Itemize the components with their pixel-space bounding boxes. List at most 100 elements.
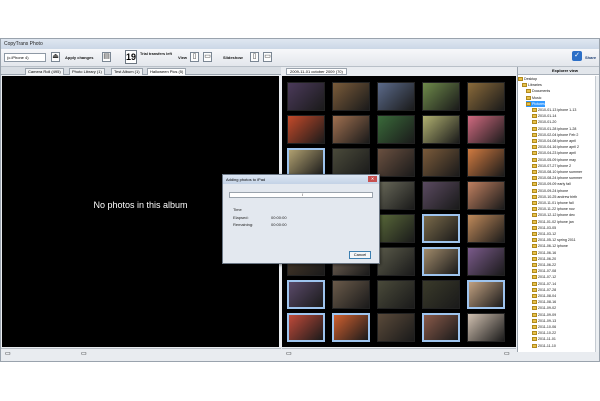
tree-node[interactable]: 2010-01-13 iphone 1-13 <box>532 107 576 113</box>
tree-node[interactable]: 2011-06-12 iphone <box>532 243 568 249</box>
photo-thumbnail[interactable] <box>377 313 415 342</box>
photo-thumbnail[interactable] <box>377 115 415 144</box>
view-ipad-icon[interactable]: ▭ <box>203 52 212 62</box>
tree-node[interactable]: 2011-09-09 <box>532 312 556 318</box>
tree-node[interactable]: 2010-08-24 iphone summer <box>532 175 582 181</box>
tree-node[interactable]: 2010-11-01 iphone fall <box>532 200 574 206</box>
photo-thumbnail[interactable] <box>467 115 505 144</box>
tree-node[interactable]: 2011-06-22 <box>532 262 556 268</box>
photo-thumbnail[interactable] <box>422 181 460 210</box>
tree-node[interactable]: 2010-01-28 iphone 1-28 <box>532 126 576 132</box>
tree-node[interactable]: 2010-04-16 iphone april 2 <box>532 144 579 150</box>
close-icon[interactable]: ✕ <box>368 176 377 182</box>
tree-node[interactable]: 2010-08-10 iphone summer <box>532 169 582 175</box>
tree-node[interactable]: Documents <box>526 88 550 94</box>
tree-node[interactable]: 2011-11-01 <box>532 336 556 342</box>
tree-node[interactable]: 2011-11-10 <box>532 343 556 349</box>
tree-node[interactable]: Pictures <box>526 100 545 107</box>
tree-node[interactable]: 2010-10-25 andrew birth <box>532 194 577 200</box>
photo-thumbnail[interactable] <box>422 214 460 243</box>
tab-photo-library[interactable]: Photo Library (1) <box>69 68 105 75</box>
photo-thumbnail[interactable] <box>467 181 505 210</box>
tree-node[interactable]: 2010-05-09 iphone may <box>532 157 576 163</box>
photo-thumbnail[interactable] <box>377 82 415 111</box>
photo-thumbnail[interactable] <box>332 115 370 144</box>
photo-thumbnail[interactable] <box>467 148 505 177</box>
device-selector[interactable]: (c.iPhone 4) <box>4 53 46 62</box>
tab-pc-album[interactable]: 2009-11-01 october 2009 (70) <box>286 68 347 75</box>
tree-node[interactable]: 2010-04-08 iphone april <box>532 138 576 144</box>
cancel-button[interactable]: Cancel <box>349 251 371 259</box>
photo-thumbnail[interactable] <box>422 82 460 111</box>
explorer-scrollbar[interactable] <box>595 76 599 352</box>
tree-node[interactable]: 2010-11-22 iphone nov <box>532 206 575 212</box>
apply-icon[interactable]: ▤ <box>102 52 111 62</box>
tree-node[interactable]: 2011-07-12 <box>532 274 556 280</box>
tree-node[interactable]: 2011-06-20 <box>532 256 556 262</box>
tab-camera-roll[interactable]: Camera Roll (495) <box>25 68 64 75</box>
apply-changes-button[interactable]: Apply changes <box>65 55 93 60</box>
tree-node[interactable]: 2011-06-16 <box>532 250 556 256</box>
photo-thumbnail[interactable] <box>377 280 415 309</box>
tree-node[interactable]: 2011-07-14 <box>532 281 556 287</box>
tree-node[interactable]: 2010-01-20 <box>532 119 556 125</box>
new-album-icon[interactable]: ▭ <box>81 350 87 357</box>
photo-thumbnail[interactable] <box>422 115 460 144</box>
photo-thumbnail[interactable] <box>422 148 460 177</box>
tree-node[interactable]: 2011-07-28 <box>532 287 556 293</box>
eject-icon[interactable]: ⏏ <box>51 52 60 62</box>
tab-halloween-pics[interactable]: Halloween Pics (5) <box>147 68 187 75</box>
photo-thumbnail[interactable] <box>467 247 505 276</box>
photo-thumbnail[interactable] <box>332 280 370 309</box>
folder-icon[interactable]: ▭ <box>5 350 11 357</box>
tree-node[interactable]: 2010-04-23 iphone april <box>532 150 576 156</box>
tab-test-album[interactable]: Test Album (1) <box>111 68 143 75</box>
tree-node[interactable]: 2011-01-02 iphone jan <box>532 219 574 225</box>
tree-node[interactable]: 2011-09-13 <box>532 318 556 324</box>
tree-node[interactable]: 2010-07-27 iphone 2 <box>532 163 571 169</box>
photo-thumbnail[interactable] <box>287 82 325 111</box>
photo-thumbnail[interactable] <box>422 280 460 309</box>
photo-thumbnail[interactable] <box>287 148 325 177</box>
photo-thumbnail[interactable] <box>332 82 370 111</box>
photo-thumbnail[interactable] <box>467 214 505 243</box>
share-icon[interactable]: ✓ <box>572 51 582 61</box>
tree-node[interactable]: 2011-10-22 <box>532 330 556 336</box>
share-label[interactable]: Share <box>585 55 596 60</box>
tree-node[interactable]: 2011-10-06 <box>532 324 556 330</box>
photo-thumbnail[interactable] <box>467 313 505 342</box>
new-folder-icon[interactable]: ▭ <box>504 350 510 357</box>
photo-thumbnail[interactable] <box>377 181 415 210</box>
view-iphone-icon[interactable]: ▯ <box>190 52 199 62</box>
photo-thumbnail[interactable] <box>287 115 325 144</box>
tree-node[interactable]: Music <box>526 95 541 101</box>
tree-node[interactable]: 2011-08-04 <box>532 293 556 299</box>
photo-thumbnail[interactable] <box>332 313 370 342</box>
photo-thumbnail[interactable] <box>287 280 325 309</box>
photo-thumbnail[interactable] <box>377 247 415 276</box>
tree-node[interactable]: Libraries <box>522 82 542 88</box>
tree-node[interactable]: 2010-02-04 iphone Feb 2 <box>532 132 578 138</box>
slideshow-ipad-icon[interactable]: ▭ <box>263 52 272 62</box>
photo-thumbnail[interactable] <box>287 313 325 342</box>
tree-node[interactable]: 2010-12-12 iphone dec <box>532 212 575 218</box>
tree-node[interactable]: 2011-08-16 <box>532 299 556 305</box>
photo-thumbnail[interactable] <box>422 247 460 276</box>
tree-node[interactable]: 2011-03-12 <box>532 231 556 237</box>
photo-thumbnail[interactable] <box>467 82 505 111</box>
photo-thumbnail[interactable] <box>377 214 415 243</box>
tree-node[interactable]: 2010-09-24 iphone <box>532 188 568 194</box>
tree-node[interactable]: 2011-03-05 <box>532 225 556 231</box>
photo-thumbnail[interactable] <box>422 313 460 342</box>
photo-thumbnail[interactable] <box>467 280 505 309</box>
photo-thumbnail[interactable] <box>377 148 415 177</box>
tree-node[interactable]: 2011-05-12 spring 2011 <box>532 237 576 243</box>
photo-thumbnail[interactable] <box>332 148 370 177</box>
folder-icon[interactable]: ▭ <box>286 350 292 357</box>
tree-node[interactable]: 2011-07-08 <box>532 268 556 274</box>
tree-node[interactable]: 2011-09-02 <box>532 305 556 311</box>
slideshow-iphone-icon[interactable]: ▯ <box>250 52 259 62</box>
tree-node[interactable]: 2010-09-09 early fall <box>532 181 571 187</box>
tree-node[interactable]: 2010-01-14 <box>532 113 556 119</box>
tree-node[interactable]: Desktop <box>518 76 537 82</box>
